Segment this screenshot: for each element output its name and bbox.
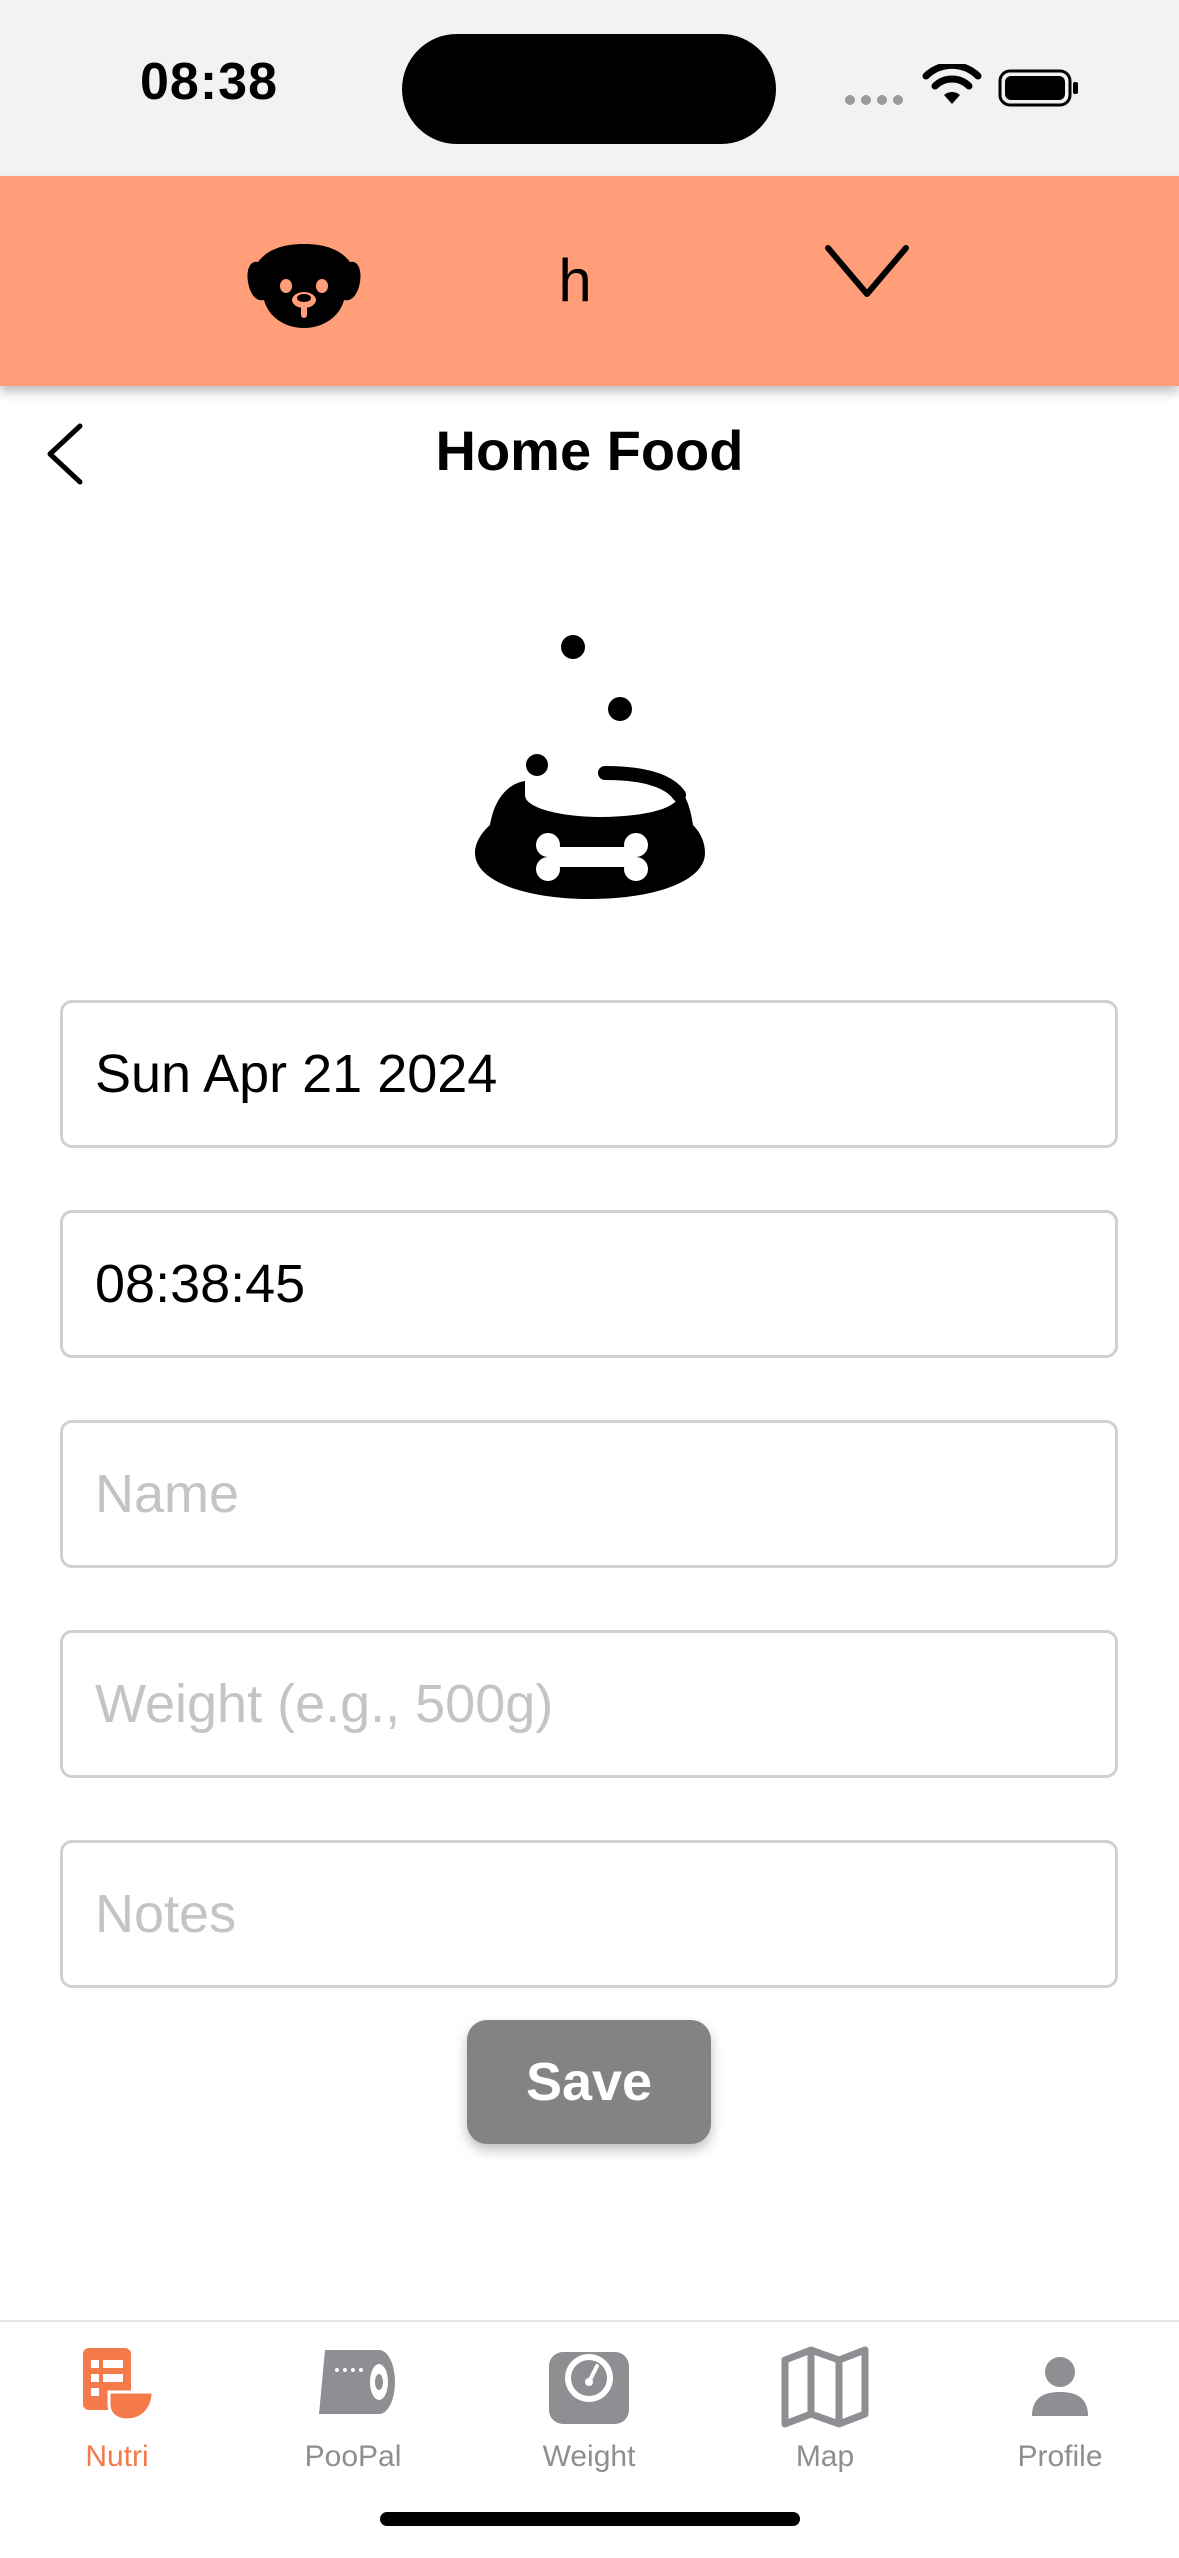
tab-label: Map [795, 2440, 855, 2473]
page-title: Home Food [435, 419, 744, 482]
tab-weight[interactable]: Weight [489, 2344, 689, 2494]
status-bar: 08:38 [0, 0, 1179, 176]
person-icon [1032, 2357, 1088, 2416]
tab-map[interactable]: Map [725, 2344, 925, 2494]
save-button[interactable]: Save [467, 2020, 711, 2144]
tab-label: Weight [542, 2440, 636, 2473]
tab-poopal[interactable]: PooPal [253, 2344, 453, 2494]
battery-icon [998, 69, 1078, 107]
cellular-signal-icon [845, 95, 905, 105]
home-indicator [380, 2512, 800, 2526]
tab-label: Nutri [85, 2440, 149, 2473]
notes-field[interactable] [60, 1840, 1118, 1988]
weight-field[interactable] [60, 1630, 1118, 1778]
dynamic-island [402, 34, 776, 144]
tab-label: PooPal [304, 2440, 402, 2473]
tab-profile[interactable]: Profile [960, 2344, 1160, 2494]
dog-bowl-icon [475, 635, 705, 899]
tab-nutri[interactable]: Nutri [17, 2344, 217, 2494]
tab-label: Profile [1017, 2440, 1103, 2473]
dog-face-icon [247, 244, 361, 328]
pet-name[interactable]: h [540, 246, 610, 315]
time-field[interactable] [60, 1210, 1118, 1358]
chevron-down-icon[interactable] [822, 238, 912, 304]
pet-selector-bar[interactable]: h [0, 176, 1179, 386]
name-field[interactable] [60, 1420, 1118, 1568]
scale-icon [549, 2352, 629, 2424]
status-time: 08:38 [140, 53, 278, 111]
date-field[interactable] [60, 1000, 1118, 1148]
nutrition-icon [83, 2348, 155, 2422]
toilet-roll-icon [319, 2350, 395, 2414]
map-icon [781, 2346, 869, 2428]
wifi-icon [922, 64, 982, 104]
